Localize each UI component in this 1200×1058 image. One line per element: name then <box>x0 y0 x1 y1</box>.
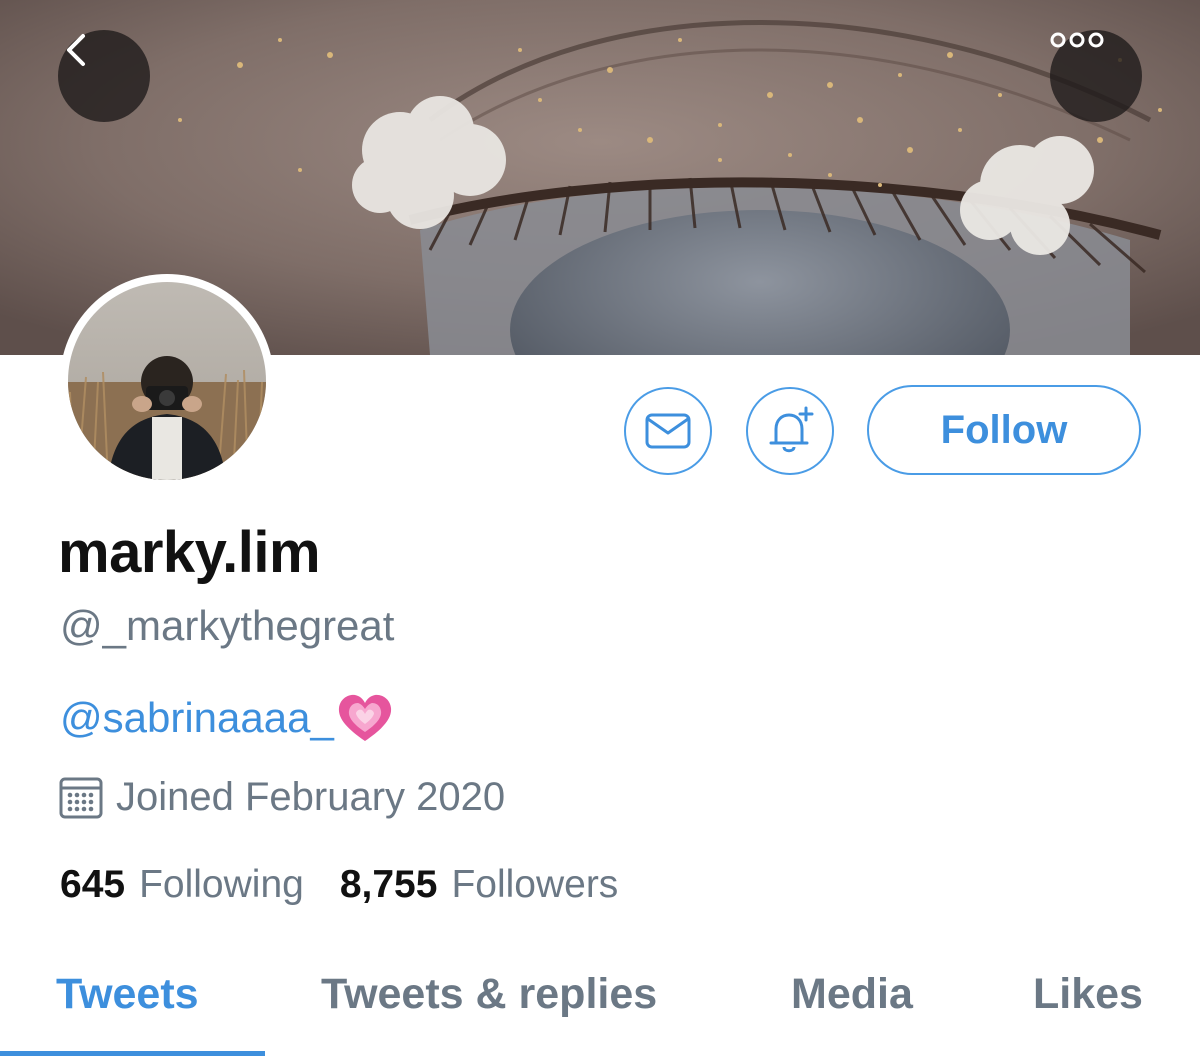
bio-mention-link[interactable]: @sabrinaaaa_ <box>60 690 334 746</box>
more-options-button[interactable] <box>1050 30 1142 122</box>
back-button[interactable] <box>58 30 150 122</box>
avatar[interactable] <box>60 274 274 488</box>
bell-plus-icon <box>769 406 814 453</box>
profile-stats: 645 Following 8,755 Followers <box>60 860 618 910</box>
notifications-button[interactable] <box>746 387 834 475</box>
ellipsis-icon <box>1050 32 1104 48</box>
profile-tabs: Tweets Tweets & replies Media Likes <box>0 960 1200 1058</box>
following-label: Following <box>139 863 304 906</box>
calendar-icon <box>59 777 103 819</box>
followers-stat[interactable]: 8,755 Followers <box>340 860 618 910</box>
growing-heart-emoji-icon <box>338 694 391 741</box>
follow-button[interactable]: Follow <box>867 385 1141 475</box>
followers-count: 8,755 <box>339 863 438 906</box>
tab-tweets[interactable]: Tweets <box>56 968 199 1020</box>
following-stat[interactable]: 645 Following <box>60 860 304 910</box>
active-tab-indicator <box>0 1051 265 1056</box>
tab-tweets-and-replies[interactable]: Tweets & replies <box>321 968 657 1020</box>
chevron-left-icon <box>67 34 85 66</box>
avatar-photo <box>68 282 266 480</box>
profile-page: Follow marky.lim @_markythegreat @sabrin… <box>0 0 1200 1058</box>
display-name: marky.lim <box>58 520 321 585</box>
message-button[interactable] <box>624 387 712 475</box>
tab-media[interactable]: Media <box>791 968 913 1020</box>
envelope-icon <box>645 413 691 449</box>
joined-date: Joined February 2020 <box>58 772 505 822</box>
profile-bio: @sabrinaaaa_ <box>60 690 394 746</box>
joined-text: Joined February 2020 <box>116 775 506 819</box>
profile-handle: @_markythegreat <box>60 602 395 649</box>
following-count: 645 <box>60 863 126 906</box>
tab-likes[interactable]: Likes <box>1033 968 1143 1020</box>
followers-label: Followers <box>451 863 619 906</box>
